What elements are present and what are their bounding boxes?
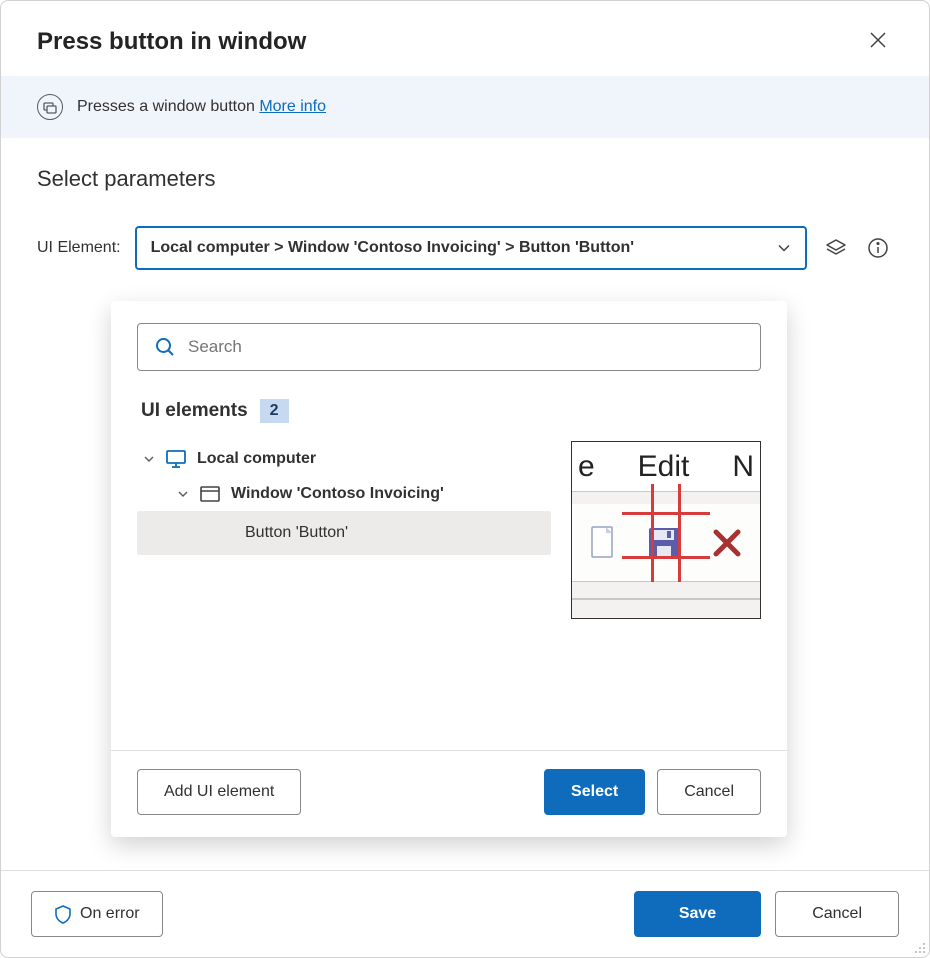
layers-button[interactable] (821, 233, 851, 263)
popover-mid: Local computer Window 'Contoso Invoicing… (137, 441, 761, 619)
select-button[interactable]: Select (544, 769, 645, 815)
info-button[interactable] (863, 233, 893, 263)
close-icon (869, 31, 887, 49)
ui-element-label: UI Element: (37, 239, 121, 257)
info-text: Presses a window button More info (77, 98, 326, 116)
tree-node-root-label: Local computer (197, 450, 316, 468)
dialog-cancel-button[interactable]: Cancel (775, 891, 899, 937)
param-side-icons (821, 233, 893, 263)
save-button[interactable]: Save (634, 891, 761, 937)
preview-text-left: e (578, 450, 595, 484)
elements-title: UI elements (141, 400, 248, 422)
resize-grip-icon[interactable] (913, 941, 927, 955)
popover-cancel-button[interactable]: Cancel (657, 769, 761, 815)
tree-node-window-label: Window 'Contoso Invoicing' (231, 485, 444, 503)
dialog-footer: On error Save Cancel (1, 870, 929, 957)
popover-footer: Add UI element Select Cancel (111, 751, 787, 837)
search-icon (154, 336, 176, 358)
on-error-button[interactable]: On error (31, 891, 163, 937)
ui-element-dropdown[interactable]: Local computer > Window 'Contoso Invoici… (135, 226, 807, 270)
ui-element-row: UI Element: Local computer > Window 'Con… (37, 226, 893, 270)
chevron-down-icon (777, 241, 791, 255)
info-bar: Presses a window button More info (1, 76, 929, 138)
search-box[interactable] (137, 323, 761, 371)
info-icon (867, 237, 889, 259)
layers-icon (825, 237, 847, 259)
tree-node-button-label: Button 'Button' (245, 524, 348, 542)
dialog-title: Press button in window (37, 28, 306, 56)
elements-count-badge: 2 (260, 399, 289, 423)
ui-element-value: Local computer > Window 'Contoso Invoici… (151, 239, 635, 257)
ui-elements-tree: Local computer Window 'Contoso Invoicing… (137, 441, 551, 555)
dialog-header: Press button in window (1, 1, 929, 76)
elements-header: UI elements 2 (141, 399, 761, 423)
preview-menubar: e Edit N (572, 442, 760, 492)
tree-node-window[interactable]: Window 'Contoso Invoicing' (137, 477, 551, 511)
action-icon (37, 94, 63, 120)
window-icon (199, 485, 221, 503)
preview-text-right: N (732, 450, 754, 484)
chevron-down-icon (177, 488, 189, 500)
more-info-link[interactable]: More info (259, 98, 326, 115)
popover-body: UI elements 2 Local computer Window 'Con… (111, 301, 787, 750)
on-error-label: On error (80, 905, 140, 923)
search-input[interactable] (186, 336, 744, 358)
tree-node-root[interactable]: Local computer (137, 441, 551, 477)
preview-text-mid: Edit (638, 450, 690, 484)
monitor-icon (165, 449, 187, 469)
dialog-root: Press button in window Presses a window … (0, 0, 930, 958)
close-button[interactable] (863, 25, 893, 58)
tree-node-button[interactable]: Button 'Button' (137, 511, 551, 555)
preview-crosshair (628, 490, 704, 576)
add-ui-element-button[interactable]: Add UI element (137, 769, 301, 815)
info-text-body: Presses a window button (77, 98, 259, 115)
shield-icon (54, 904, 72, 924)
chevron-down-icon (143, 453, 155, 465)
section-title: Select parameters (37, 166, 893, 192)
ui-element-picker-popover: UI elements 2 Local computer Window 'Con… (111, 301, 787, 837)
delete-icon (710, 526, 744, 560)
element-preview: e Edit N (571, 441, 761, 619)
document-icon (588, 525, 618, 561)
